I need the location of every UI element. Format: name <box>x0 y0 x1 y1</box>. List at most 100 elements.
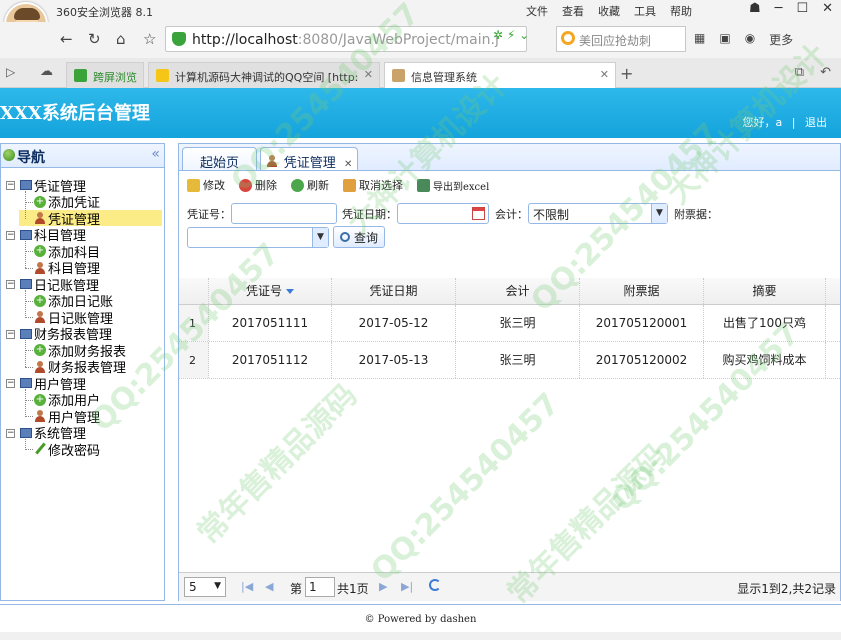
status-bar <box>0 632 841 640</box>
cell-summary: 出售了100只鸡 <box>704 305 826 341</box>
maximize-icon[interactable]: ☐ <box>796 1 808 16</box>
search-input[interactable]: 美回应抢劫刺 <box>556 26 686 52</box>
close-window-icon[interactable]: ✕ <box>822 1 833 16</box>
expand-toggle-icon[interactable]: − <box>6 181 15 190</box>
col-summary[interactable]: 摘要 <box>704 278 826 304</box>
sidebar-item[interactable]: + 添加凭证 <box>34 194 100 211</box>
sidebar-group[interactable]: 用户管理 <box>20 375 86 393</box>
add-icon: + <box>34 344 46 356</box>
menu-view[interactable]: 查看 <box>562 3 584 19</box>
page-number-input[interactable]: 1 <box>305 577 335 597</box>
sidebar-item[interactable]: + 添加财务报表 <box>34 342 126 360</box>
sidebar-group[interactable]: 凭证管理 <box>20 177 86 195</box>
url-path: :8080/JavaWebProject/main.j <box>297 32 499 48</box>
content-tabs: 起始页 凭证管理 ✕ <box>178 143 841 172</box>
sidebar-group[interactable]: 系统管理 <box>20 425 86 442</box>
address-bar: ← ↻ ⌂ ☆ http://localhost:8080/JavaWebPro… <box>0 22 841 58</box>
sidebar-item[interactable]: + 添加科目 <box>34 243 100 261</box>
sidebar-item[interactable]: 凭证管理 <box>19 210 162 228</box>
col-attachments[interactable]: 附票据 <box>580 278 704 304</box>
sidebar-toggle-icon[interactable]: ▷ <box>6 65 15 79</box>
calendar-icon[interactable] <box>472 207 485 220</box>
sidebar-item[interactable]: 日记账管理 <box>34 309 113 327</box>
more-button[interactable]: 更多 <box>769 31 793 48</box>
sidebar-item[interactable]: 用户管理 <box>34 408 100 426</box>
reload-icon[interactable]: ↻ <box>88 30 101 48</box>
user-info: 您好，a | 退出 <box>742 116 827 129</box>
browser-tab-cross-screen[interactable]: 跨屏浏览 <box>66 62 144 88</box>
browser-tab-qq-space[interactable]: 计算机源码大神调试的QQ空间 [http: ✕ <box>148 62 380 88</box>
close-tab-icon[interactable]: ✕ <box>600 68 609 81</box>
home-icon[interactable]: ⌂ <box>116 30 126 48</box>
tab-home[interactable]: 起始页 <box>182 147 257 171</box>
expand-toggle-icon[interactable]: − <box>6 329 15 339</box>
grid-header: 凭证号 凭证日期 会计 附票据 摘要 <box>179 278 840 305</box>
sidebar-group[interactable]: 日记账管理 <box>20 276 99 294</box>
cloud-icon[interactable]: ☁ <box>40 64 53 79</box>
logout-link[interactable]: 退出 <box>805 116 827 129</box>
security-icon[interactable]: ◉ <box>745 31 755 48</box>
menu-file[interactable]: 文件 <box>526 3 548 19</box>
export-button[interactable]: 导出到excel <box>417 177 489 193</box>
minimize-icon[interactable]: ─ <box>775 1 783 16</box>
col-voucher-date[interactable]: 凭证日期 <box>332 278 456 304</box>
url-field[interactable]: http://localhost:8080/JavaWebProject/mai… <box>165 26 527 52</box>
close-tab-icon[interactable]: ✕ <box>364 68 373 81</box>
tab-voucher-management[interactable]: 凭证管理 ✕ <box>260 147 358 172</box>
chevron-down-icon[interactable]: ▼ <box>312 227 328 247</box>
menu-tools[interactable]: 工具 <box>634 3 656 19</box>
col-voucher-no[interactable]: 凭证号 <box>209 278 332 304</box>
query-button[interactable]: 查询 <box>333 226 386 248</box>
url-action-icons[interactable]: ✲ ⚡ ⌄ <box>493 28 529 42</box>
collapse-icon[interactable]: « <box>151 146 160 162</box>
menu-favorites[interactable]: 收藏 <box>598 3 620 19</box>
sidebar-item[interactable]: + 添加用户 <box>34 392 100 409</box>
voucher-date-input[interactable] <box>397 203 489 224</box>
sidebar-item[interactable]: 修改密码 <box>34 441 100 459</box>
sidebar-item[interactable]: 科目管理 <box>34 260 100 277</box>
voucher-grid: 凭证号 凭证日期 会计 附票据 摘要 1 2017051111 2017-05-12… <box>179 278 840 379</box>
tab-list-icon[interactable]: ⧉ <box>795 65 804 80</box>
back-icon[interactable]: ← <box>60 30 73 48</box>
voucher-no-input[interactable] <box>231 203 337 224</box>
refresh-icon[interactable] <box>429 579 441 591</box>
sidebar-group[interactable]: 财务报表管理 <box>20 326 112 343</box>
page-size-select[interactable]: 5 ▼ <box>184 577 226 597</box>
sidebar-group[interactable]: 科目管理 <box>20 227 86 244</box>
sidebar-item[interactable]: + 添加日记账 <box>34 293 113 310</box>
mail-icon[interactable]: ▣ <box>719 31 730 48</box>
table-row[interactable]: 2 2017051112 2017-05-13 张三明 201705120002 购买鸡饲… <box>179 342 840 379</box>
browser-tools: ▦ ▣ ◉ 更多 <box>694 31 793 48</box>
page-info: 显示1到2,共2记录 <box>737 582 836 596</box>
expand-toggle-icon[interactable]: − <box>6 230 15 240</box>
prev-page-icon[interactable]: ◀ <box>265 580 273 593</box>
user-icon <box>34 410 46 422</box>
table-row[interactable]: 1 2017051111 2017-05-12 张三明 201705120001 出售了1… <box>179 305 840 342</box>
edit-button[interactable]: 修改 <box>187 177 225 193</box>
sidebar-item[interactable]: 财务报表管理 <box>34 359 126 376</box>
expand-toggle-icon[interactable]: − <box>6 428 15 438</box>
expand-toggle-icon[interactable]: − <box>6 379 15 388</box>
expand-toggle-icon[interactable]: − <box>6 280 15 289</box>
new-tab-icon[interactable]: + <box>620 64 633 83</box>
close-tab-icon[interactable]: ✕ <box>344 159 352 170</box>
col-accountant[interactable]: 会计 <box>456 278 580 304</box>
cancel-select-button[interactable]: 取消选择 <box>343 177 403 193</box>
add-icon: + <box>34 195 46 208</box>
star-icon[interactable]: ☆ <box>143 30 156 48</box>
next-page-icon[interactable]: ▶ <box>379 580 387 593</box>
browser-tab-info-system[interactable]: 信息管理系统 ✕ <box>384 62 616 88</box>
undo-close-icon[interactable]: ↶ <box>820 65 831 80</box>
search-engine-icon <box>561 31 575 45</box>
chevron-down-icon[interactable]: ▼ <box>651 204 667 223</box>
skin-icon[interactable]: ☗ <box>749 1 761 16</box>
delete-button[interactable]: 删除 <box>239 177 277 193</box>
last-page-icon[interactable]: ▶| <box>401 580 413 593</box>
apps-icon[interactable]: ▦ <box>694 31 705 48</box>
menu-help[interactable]: 帮助 <box>670 3 692 19</box>
accountant-select[interactable]: 不限制 ▼ <box>528 203 668 224</box>
user-icon <box>34 212 46 224</box>
attachments-select[interactable]: ▼ <box>187 226 329 248</box>
first-page-icon[interactable]: |◀ <box>241 580 253 593</box>
refresh-button[interactable]: 刷新 <box>291 177 329 193</box>
